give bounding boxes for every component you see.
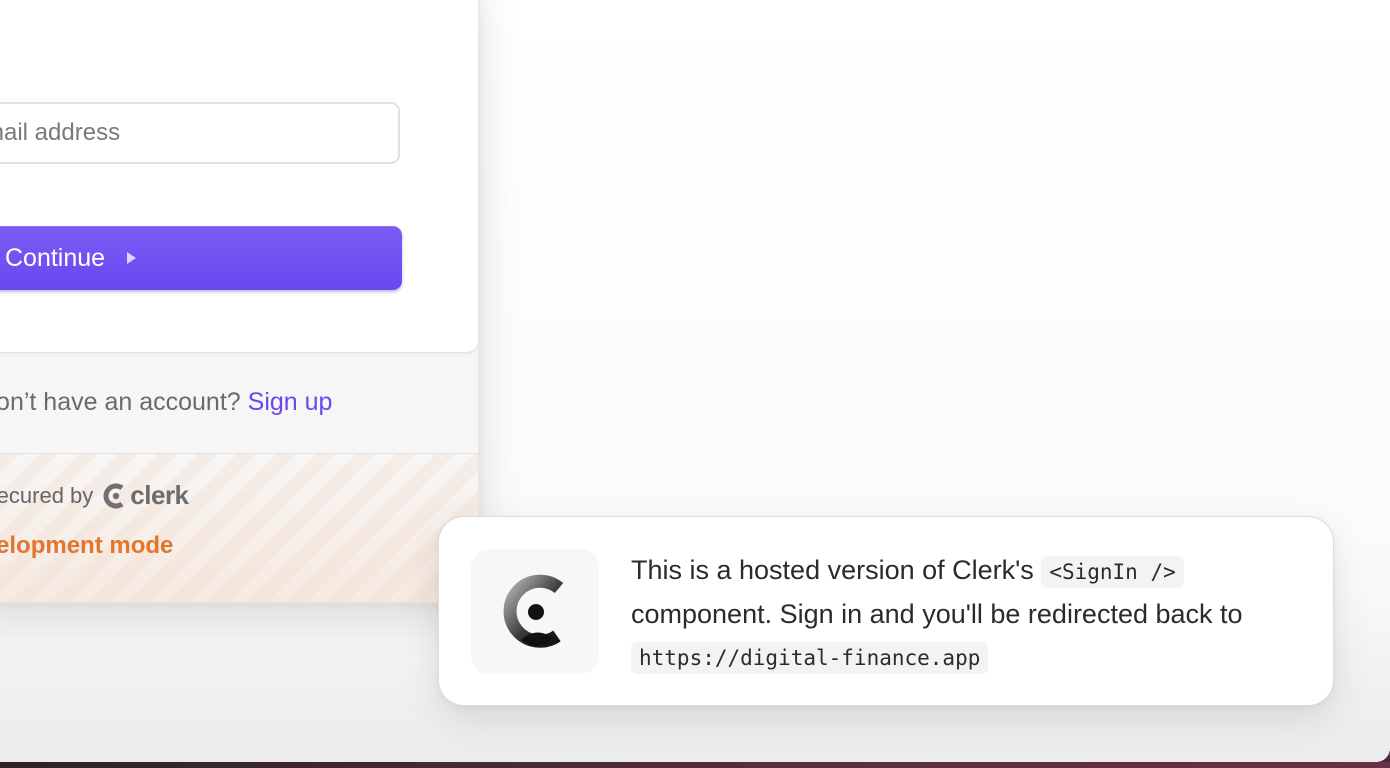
signin-card: Continue Don’t have an account? Sign up …: [0, 0, 479, 603]
toast-text-part2: component. Sign in and you'll be redirec…: [631, 599, 1243, 629]
signin-card-body: Continue: [0, 0, 478, 353]
redirect-url-code: https://digital-finance.app: [631, 642, 989, 674]
no-account-text: Don’t have an account?: [0, 388, 241, 416]
component-code: <SignIn />: [1041, 556, 1184, 588]
desktop-strip: [0, 762, 1390, 768]
secured-by-text: Secured by: [0, 482, 94, 508]
continue-button[interactable]: Continue: [0, 226, 402, 290]
clerk-logo-icon: [503, 574, 564, 648]
clerk-brand-name: clerk: [130, 480, 189, 510]
browser-window: Continue Don’t have an account? Sign up …: [0, 0, 1390, 762]
clerk-logo-tile: [471, 549, 599, 674]
play-triangle-icon: [127, 252, 137, 265]
hosted-notice-toast: This is a hosted version of Clerk's <Sig…: [438, 516, 1334, 706]
clerk-logo-icon: [103, 483, 124, 508]
card-footer: Secured by clerk Development mode: [0, 453, 478, 602]
toast-message: This is a hosted version of Clerk's <Sig…: [631, 549, 1311, 679]
clerk-brand[interactable]: clerk: [103, 480, 189, 511]
signup-prompt: Don’t have an account? Sign up: [0, 360, 478, 453]
development-mode-label: Development mode: [0, 532, 174, 559]
toast-text-part1: This is a hosted version of Clerk's: [631, 555, 1034, 585]
continue-button-label: Continue: [5, 243, 106, 272]
signup-link[interactable]: Sign up: [248, 388, 333, 416]
secured-by: Secured by clerk: [0, 480, 189, 511]
email-field[interactable]: [0, 102, 400, 164]
